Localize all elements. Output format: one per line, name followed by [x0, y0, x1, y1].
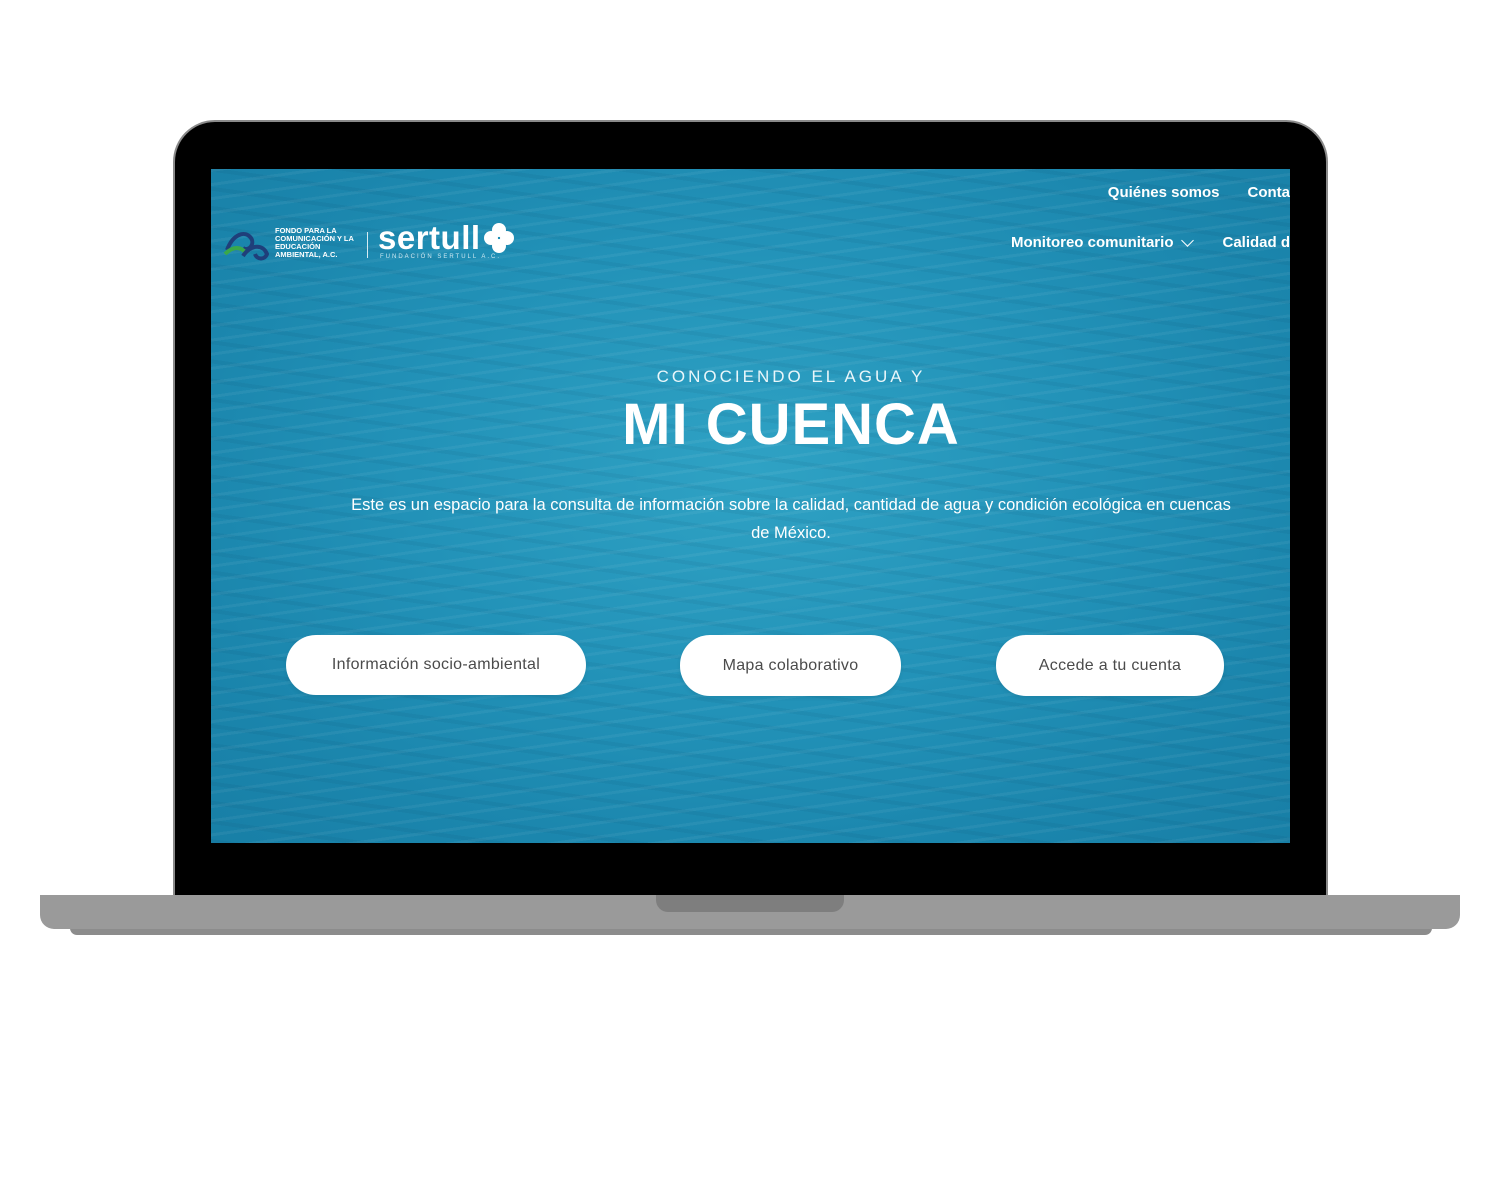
nav-item-monitoreo[interactable]: Monitoreo comunitario	[1010, 234, 1195, 251]
laptop-notch	[656, 895, 844, 912]
sertull-logo[interactable]: sertull FUNDACIÓN SERTULL A.C.	[378, 219, 514, 260]
nav-item-calidad[interactable]: Calidad d	[1222, 234, 1290, 251]
hero-title: MI CUENCA	[622, 392, 960, 457]
chevron-down-icon	[1181, 234, 1195, 247]
main-nav: Monitoreo comunitario Calidad d	[1011, 234, 1290, 251]
nav-link-contacto[interactable]: Conta	[1248, 184, 1291, 201]
sertull-wordmark: sertull	[378, 219, 481, 256]
mapa-colaborativo-button[interactable]: Mapa colaborativo	[680, 635, 901, 696]
logo-divider	[367, 232, 368, 258]
website-screen: FONDO PARA LA COMUNICACIÓN Y LA EDUCACIÓ…	[211, 169, 1290, 843]
sertull-subtitle: FUNDACIÓN SERTULL A.C.	[380, 254, 502, 260]
fondo-logo[interactable]: FONDO PARA LA COMUNICACIÓN Y LA EDUCACIÓ…	[223, 224, 360, 262]
fondo-logo-text: FONDO PARA LA COMUNICACIÓN Y LA EDUCACIÓ…	[275, 226, 354, 259]
hero-description: Este es un espacio para la consulta de i…	[351, 496, 1231, 542]
top-nav: Quiénes somos Conta	[1108, 184, 1290, 201]
socio-ambiental-button[interactable]: Información socio-ambiental	[286, 635, 586, 695]
clover-icon	[483, 223, 514, 253]
laptop-base-shadow	[70, 928, 1432, 935]
waves-logo-icon	[223, 232, 269, 261]
nav-item-calidad-label: Calidad d	[1222, 234, 1290, 251]
accede-cuenta-button[interactable]: Accede a tu cuenta	[996, 635, 1224, 696]
nav-item-monitoreo-label: Monitoreo comunitario	[1010, 234, 1174, 251]
nav-link-quienes-somos[interactable]: Quiénes somos	[1108, 184, 1220, 201]
hero-kicker: CONOCIENDO EL AGUA Y	[656, 367, 926, 386]
